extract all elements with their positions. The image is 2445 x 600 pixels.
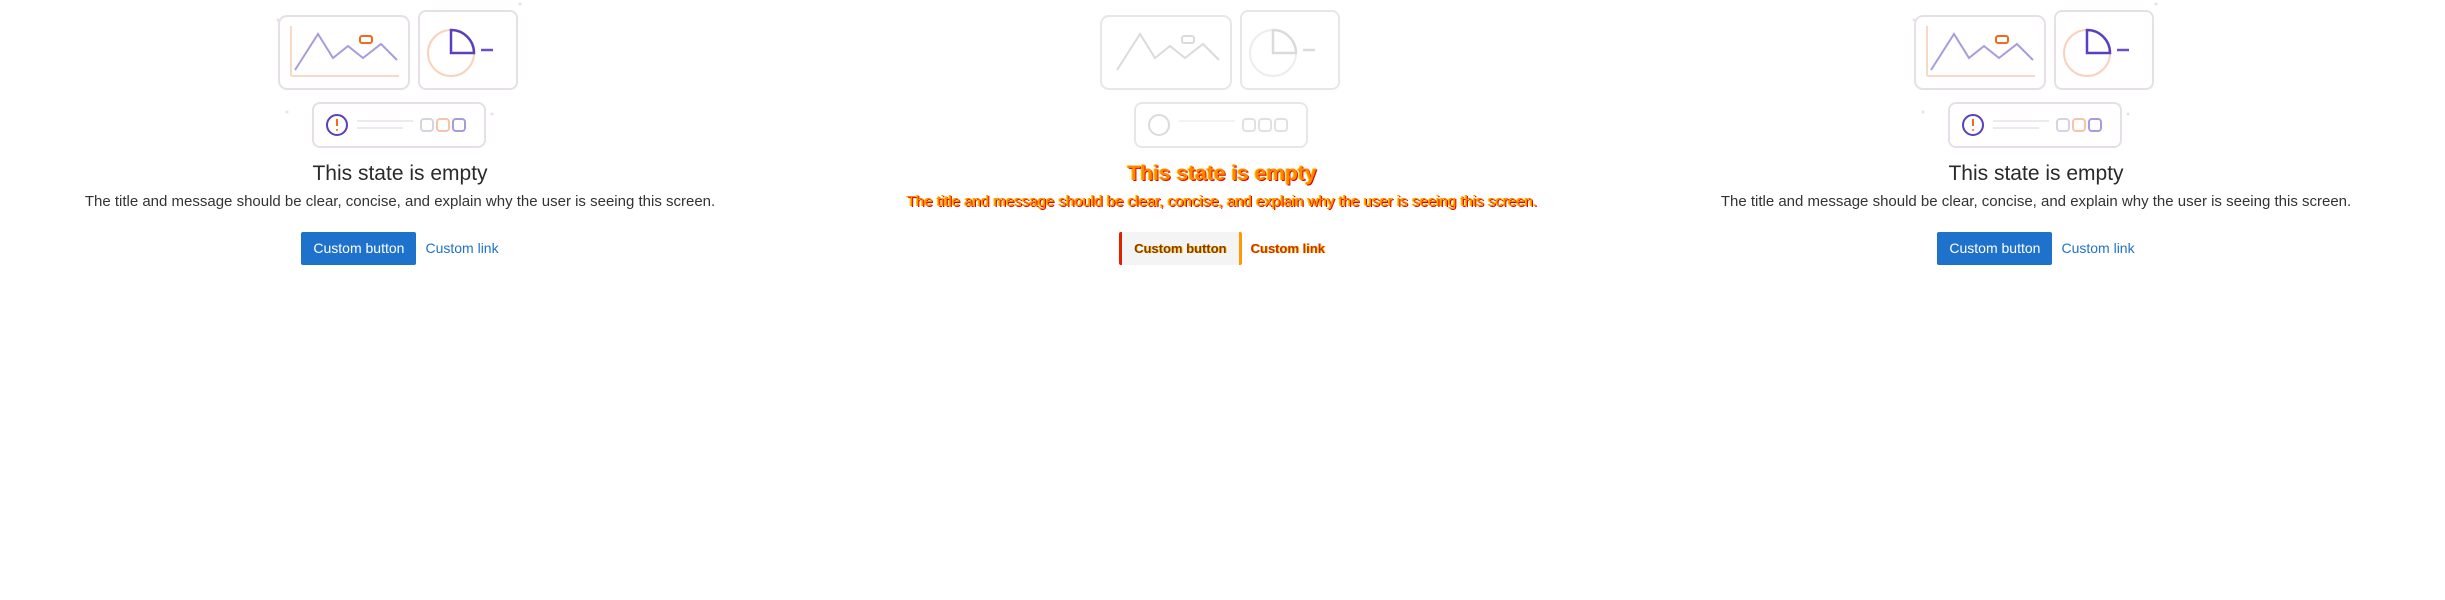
line-chart-icon [1914, 15, 2046, 90]
empty-state-message: The title and message should be clear, c… [906, 193, 1538, 210]
custom-button[interactable]: Custom button [1937, 231, 2053, 265]
empty-state-title: This state is empty [1948, 162, 2124, 185]
line-chart-icon [278, 15, 410, 90]
empty-state-illustration-icon [1909, 0, 2163, 152]
alert-icon [1134, 102, 1308, 148]
pie-chart-icon [1240, 10, 1340, 90]
empty-state-title: This state is empty [312, 162, 488, 185]
custom-link[interactable]: Custom link [2061, 240, 2134, 256]
alert-icon [312, 102, 486, 148]
empty-state-panel-right: This state is empty The title and messag… [1636, 0, 2436, 300]
empty-state-title: This state is empty [1127, 162, 1317, 185]
empty-state-message: The title and message should be clear, c… [1720, 193, 2352, 210]
empty-state-panel-left: This state is empty The title and messag… [0, 0, 800, 300]
line-chart-icon [1100, 15, 1232, 90]
empty-state-panel-middle: This state is empty The title and messag… [822, 0, 1622, 300]
empty-state-illustration-icon [1095, 0, 1349, 152]
alert-icon [1948, 102, 2122, 148]
pie-chart-icon [2054, 10, 2154, 90]
custom-link[interactable]: Custom link [425, 240, 498, 256]
empty-state-actions: Custom button Custom link [822, 231, 1622, 265]
empty-state-illustration-icon [273, 0, 527, 152]
empty-state-actions: Custom button Custom link [1636, 231, 2436, 265]
custom-button[interactable]: Custom button [1119, 231, 1242, 265]
custom-button[interactable]: Custom button [301, 231, 417, 265]
custom-link[interactable]: Custom link [1251, 241, 1325, 256]
pie-chart-icon [418, 10, 518, 90]
empty-state-message: The title and message should be clear, c… [84, 193, 716, 210]
empty-state-actions: Custom button Custom link [0, 231, 800, 265]
